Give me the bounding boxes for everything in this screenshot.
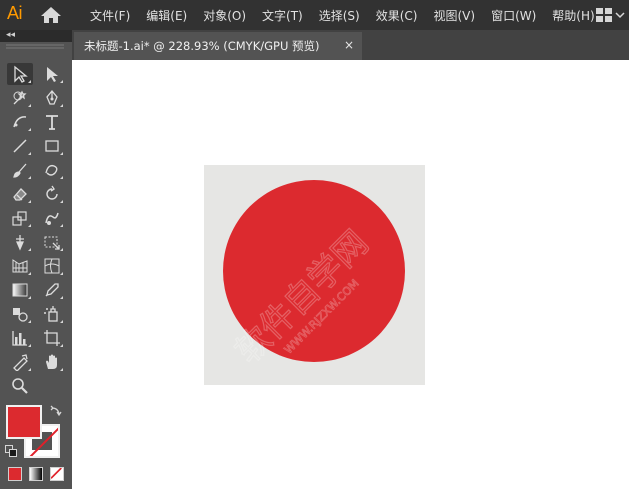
warp-tool-icon[interactable] [39,207,65,229]
tool-flyout-indicator [28,248,31,251]
collapse-toolbar-button[interactable]: ◂◂ [6,30,15,40]
symbol-sprayer-tool-icon[interactable] [39,303,65,325]
artwork: 软件自学网 WWW.RJZXW.COM [204,165,425,385]
tool-flyout-indicator [28,80,31,83]
workspace-grid-icon[interactable] [596,8,612,22]
tool-flyout-indicator [28,344,31,347]
magic-wand-tool-icon[interactable] [7,87,33,109]
menu-effect[interactable]: 效果(C) [368,7,426,24]
menu-type[interactable]: 文字(T) [254,7,311,24]
tool-flyout-indicator [28,176,31,179]
menu-file[interactable]: 文件(F) [82,7,138,24]
scale-tool-icon[interactable] [7,207,33,229]
menu-view[interactable]: 视图(V) [425,7,483,24]
tool-flyout-indicator [28,296,31,299]
menu-object[interactable]: 对象(O) [195,7,254,24]
gradient-tool-icon[interactable] [7,279,33,301]
swap-fill-stroke-icon[interactable] [50,405,62,417]
type-tool-icon[interactable] [39,111,65,133]
rotate-tool-icon[interactable] [39,183,65,205]
tool-flyout-indicator [28,200,31,203]
curvature-tool-icon[interactable] [7,111,33,133]
eyedropper-tool-icon[interactable] [39,279,65,301]
tool-flyout-indicator [60,176,63,179]
gradient-mode-button[interactable] [29,467,43,481]
menu-bar: Ai 文件(F) 编辑(E) 对象(O) 文字(T) 选择(S) 效果(C) 视… [0,0,629,30]
menu-select[interactable]: 选择(S) [311,7,368,24]
tool-flyout-indicator [60,296,63,299]
selection-tool-icon[interactable] [7,63,33,85]
color-mode-button[interactable] [8,467,22,481]
mesh-tool-icon[interactable] [39,255,65,277]
tool-flyout-indicator [60,200,63,203]
tool-flyout-indicator [28,368,31,371]
menu-window[interactable]: 窗口(W) [483,7,544,24]
document-tab[interactable]: 未标题-1.ai* @ 228.93% (CMYK/GPU 预览) × [74,32,362,60]
none-mode-button[interactable] [50,467,64,481]
home-icon[interactable] [40,6,62,24]
tool-flyout-indicator [60,104,63,107]
default-fill-stroke-icon[interactable] [5,445,17,457]
tool-flyout-indicator [28,224,31,227]
paintbrush-tool-icon[interactable] [7,159,33,181]
fill-swatch[interactable] [6,405,42,439]
document-tab-bar: 未标题-1.ai* @ 228.93% (CMYK/GPU 预览) × [72,30,629,60]
menu-edit[interactable]: 编辑(E) [138,7,195,24]
rectangle-tool-icon[interactable] [39,135,65,157]
tool-flyout-indicator [60,344,63,347]
tool-flyout-indicator [60,224,63,227]
perspective-grid-tool-icon[interactable] [7,255,33,277]
tool-flyout-indicator [28,320,31,323]
tool-flyout-indicator [60,320,63,323]
hand-tool-icon[interactable] [39,351,65,373]
eraser-tool-icon[interactable] [7,183,33,205]
tool-flyout-indicator [60,152,63,155]
zoom-tool-icon[interactable] [7,375,33,397]
chevron-down-icon[interactable] [614,8,626,22]
tool-flyout-indicator [60,272,63,275]
panel-grip-icon[interactable] [6,44,64,50]
menu-items: 文件(F) 编辑(E) 对象(O) 文字(T) 选择(S) 效果(C) 视图(V… [82,0,603,30]
tool-flyout-indicator [28,128,31,131]
artboard-tool-icon[interactable] [39,327,65,349]
toolbar-header: ◂◂ [0,30,72,42]
slice-tool-icon[interactable] [7,351,33,373]
line-segment-tool-icon[interactable] [7,135,33,157]
pen-tool-icon[interactable] [39,87,65,109]
puppet-warp-tool-icon[interactable] [7,231,33,253]
tool-flyout-indicator [60,368,63,371]
tool-flyout-indicator [28,272,31,275]
app-logo: Ai [7,3,23,23]
blend-tool-icon[interactable] [7,303,33,325]
shaper-tool-icon[interactable] [39,159,65,181]
free-transform-tool-icon[interactable] [39,231,65,253]
column-graph-tool-icon[interactable] [7,327,33,349]
tool-flyout-indicator [28,104,31,107]
tool-flyout-indicator [60,80,63,83]
document-tab-title: 未标题-1.ai* @ 228.93% (CMYK/GPU 预览) [84,39,320,53]
menu-help[interactable]: 帮助(H) [544,7,602,24]
document-canvas[interactable]: 软件自学网 WWW.RJZXW.COM [72,60,629,489]
direct-selection-tool-icon[interactable] [39,63,65,85]
close-tab-button[interactable]: × [344,38,354,52]
tool-flyout-indicator [60,248,63,251]
tool-flyout-indicator [28,152,31,155]
